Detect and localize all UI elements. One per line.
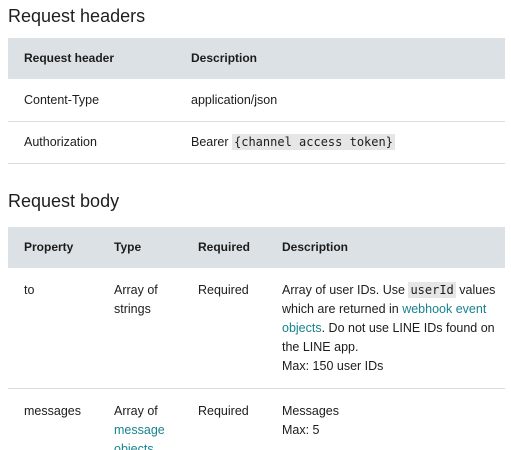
property-cell: to xyxy=(8,268,98,389)
request-headers-title: Request headers xyxy=(8,6,146,26)
type-text: Array of xyxy=(114,404,158,418)
description-cell: Array of user IDs. Use userId values whi… xyxy=(266,268,505,389)
table-header-row: Request header Description xyxy=(8,38,505,79)
request-body-table: Property Type Required Description to Ar… xyxy=(8,227,505,450)
table-row: to Array of strings Required Array of us… xyxy=(8,268,505,389)
description-cell: Messages Max: 5 xyxy=(266,389,505,450)
description-text: Messages xyxy=(282,404,339,418)
page: Request headers Request header Descripti… xyxy=(0,0,511,450)
column-header: Type xyxy=(114,240,142,254)
column-header: Description xyxy=(282,240,349,254)
header-name-cell: Authorization xyxy=(8,121,175,164)
table-row: messages Array of message objects Requir… xyxy=(8,389,505,450)
inline-code: userId xyxy=(408,282,456,298)
request-body-title: Request body xyxy=(8,191,120,211)
column-header: Required xyxy=(198,240,251,254)
message-objects-link[interactable]: message objects xyxy=(114,423,165,450)
max-note: Max: 5 xyxy=(282,423,320,437)
description-text: Array of user IDs. Use xyxy=(282,283,409,297)
inline-code: {channel access token} xyxy=(232,134,395,150)
header-description-cell: application/json xyxy=(175,79,505,122)
table-row: Authorization Bearer {channel access tok… xyxy=(8,121,505,164)
request-headers-table: Request header Description Content-Type … xyxy=(8,38,505,164)
description-text: Bearer xyxy=(191,135,232,149)
column-header: Description xyxy=(191,51,258,65)
header-name-cell: Content-Type xyxy=(8,79,175,122)
type-cell: Array of message objects xyxy=(98,389,182,450)
table-row: Content-Type application/json xyxy=(8,79,505,122)
header-description-cell: Bearer {channel access token} xyxy=(175,121,505,164)
column-header: Property xyxy=(24,240,74,254)
property-cell: messages xyxy=(24,404,81,418)
column-header: Request header xyxy=(24,51,115,65)
required-cell: Required xyxy=(182,268,266,389)
table-header-row: Property Type Required Description xyxy=(8,227,505,268)
required-cell: Required xyxy=(198,404,249,418)
max-note: Max: 150 user IDs xyxy=(282,359,384,373)
type-cell: Array of strings xyxy=(98,268,182,389)
